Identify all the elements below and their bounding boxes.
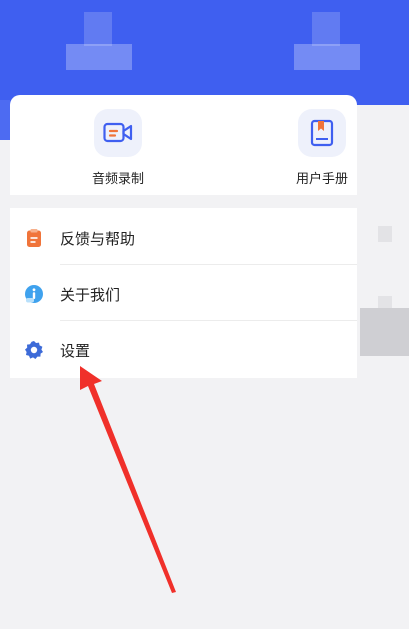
- annotation-arrow: [80, 366, 176, 593]
